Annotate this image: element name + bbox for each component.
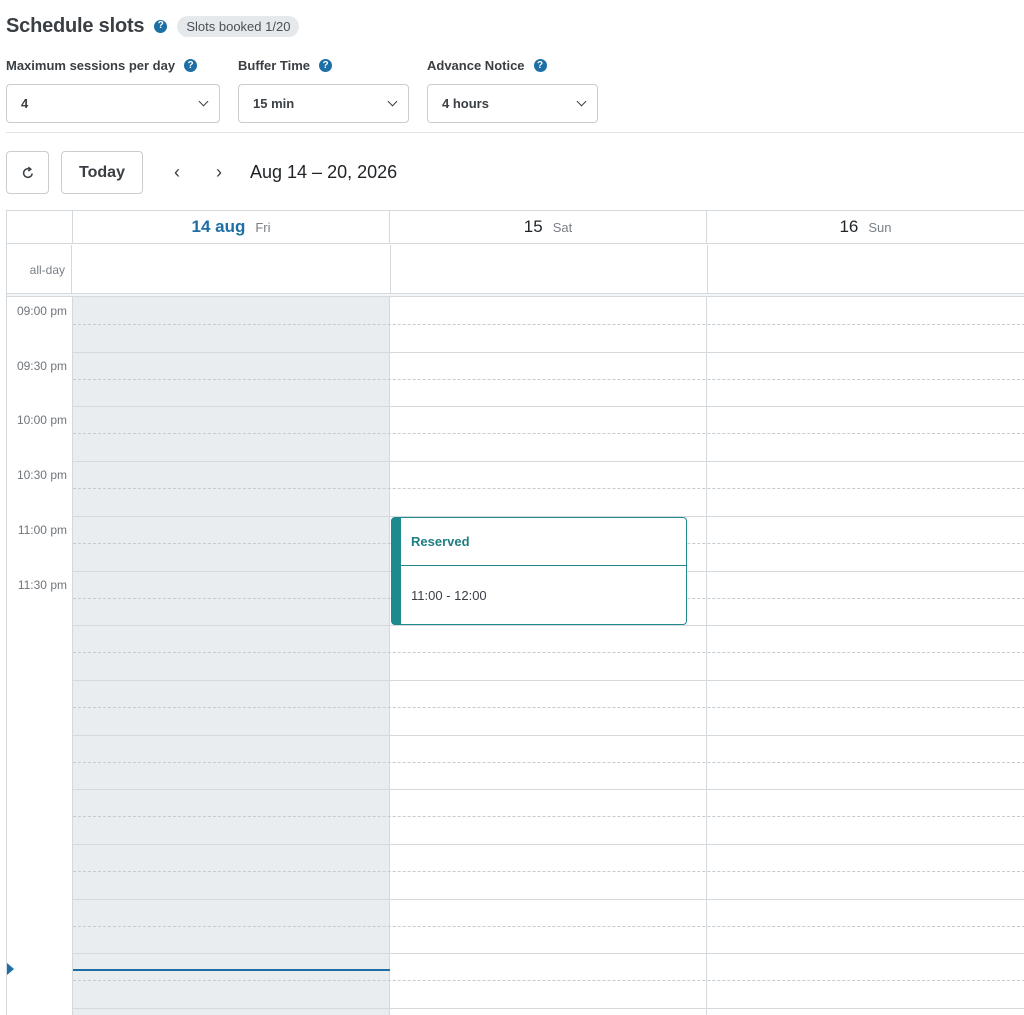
page-title: Schedule slots [6,14,145,37]
event-time: 11:00 - 12:00 [411,587,487,603]
half-hour-gridline [73,433,1024,434]
hour-gridline [73,352,1024,353]
refresh-button[interactable] [6,151,49,194]
max-sessions-select[interactable]: 4 [6,84,220,123]
day-header-weekday: Fri [255,219,271,235]
question-circle-icon[interactable]: ? [319,59,332,72]
hour-gridline [73,461,1024,462]
time-label: 09:00 pm [16,304,67,318]
max-sessions-value: 4 [21,96,29,111]
all-day-separator [707,245,708,294]
half-hour-gridline [73,707,1024,708]
question-circle-icon[interactable]: ? [154,19,168,33]
half-hour-gridline [73,816,1024,817]
half-hour-gridline [73,324,1024,325]
half-hour-gridline [73,871,1024,872]
section-divider [6,132,1024,133]
time-label: 10:00 pm [16,413,67,427]
hour-gridline [73,953,1024,954]
time-label: 09:30 pm [16,359,67,373]
slots-booked-badge: Slots booked 1/20 [177,15,300,37]
buffer-time-value: 15 min [253,96,295,111]
advance-notice-label-text: Advance Notice [427,58,525,73]
event-title: Reserved [401,518,686,566]
max-sessions-label: Maximum sessions per day ? [6,58,198,73]
day-header-sun[interactable]: 16 Sun [707,211,1024,244]
chevron-down-icon [576,96,587,107]
time-label: 10:30 pm [16,468,67,482]
buffer-time-select[interactable]: 15 min [238,84,409,123]
advance-notice-select[interactable]: 4 hours [427,84,598,123]
half-hour-gridline [73,926,1024,927]
time-label: 11:30 pm [17,578,67,592]
all-day-row[interactable]: all-day [7,245,1024,294]
hour-gridline [73,789,1024,790]
time-label: 11:00 pm [17,523,67,537]
day-header-fri[interactable]: 14 aug Fri [73,211,390,244]
half-hour-gridline [73,652,1024,653]
question-circle-icon[interactable]: ? [533,59,547,72]
advance-notice-label: Advance Notice ? [427,58,547,73]
header-gutter [7,211,73,244]
date-range-title: Aug 14 – 20, 2026 [250,162,398,182]
now-indicator-line [73,969,390,971]
day-column-sat[interactable] [390,297,707,1015]
chevron-down-icon [198,96,209,107]
hour-gridline [73,1008,1024,1009]
day-header-weekday: Sun [868,219,892,235]
advance-notice-value: 4 hours [442,96,489,111]
page-header: Schedule slots ? Slots booked 1/20 [6,12,300,40]
chevron-down-icon [387,96,398,107]
prev-week-button[interactable]: ‹ [165,160,189,184]
reserved-event[interactable]: Reserved 11:00 - 12:00 [391,517,687,625]
refresh-icon [22,166,33,178]
next-week-button[interactable]: › [207,160,231,184]
max-sessions-label-text: Maximum sessions per day [6,58,176,73]
day-header-date: 14 aug [191,217,246,236]
all-day-separator [390,245,391,294]
buffer-time-label-text: Buffer Time [238,58,310,73]
half-hour-gridline [73,980,1024,981]
half-hour-gridline [73,762,1024,763]
buffer-time-label: Buffer Time ? [238,58,332,73]
day-header-date: 16 [839,217,859,236]
time-grid[interactable]: 09:00 pm 09:30 pm 10:00 pm 10:30 pm 11:00 pm… [7,297,1024,1015]
now-indicator-arrow-icon [7,963,14,975]
all-day-label: all-day [7,245,72,294]
time-gutter: 09:00 pm 09:30 pm 10:00 pm 10:30 pm 11:00 pm… [7,297,73,1015]
day-column-fri[interactable] [73,297,390,1015]
today-button[interactable]: Today [61,151,143,194]
hour-gridline [73,844,1024,845]
hour-gridline [73,625,1024,626]
day-column-sun[interactable] [707,297,1024,1015]
hour-gridline [73,899,1024,900]
hour-gridline [73,735,1024,736]
half-hour-gridline [73,379,1024,380]
day-header-date: 15 [523,217,543,236]
day-header-weekday: Sat [552,219,573,235]
hour-gridline [73,406,1024,407]
calendar-week-view: 14 aug Fri 15 Sat 16 Sun all-day 09:00 p… [6,210,1024,1015]
question-circle-icon[interactable]: ? [184,59,198,72]
half-hour-gridline [73,488,1024,489]
day-header-sat[interactable]: 15 Sat [390,211,707,244]
hour-gridline [73,680,1024,681]
